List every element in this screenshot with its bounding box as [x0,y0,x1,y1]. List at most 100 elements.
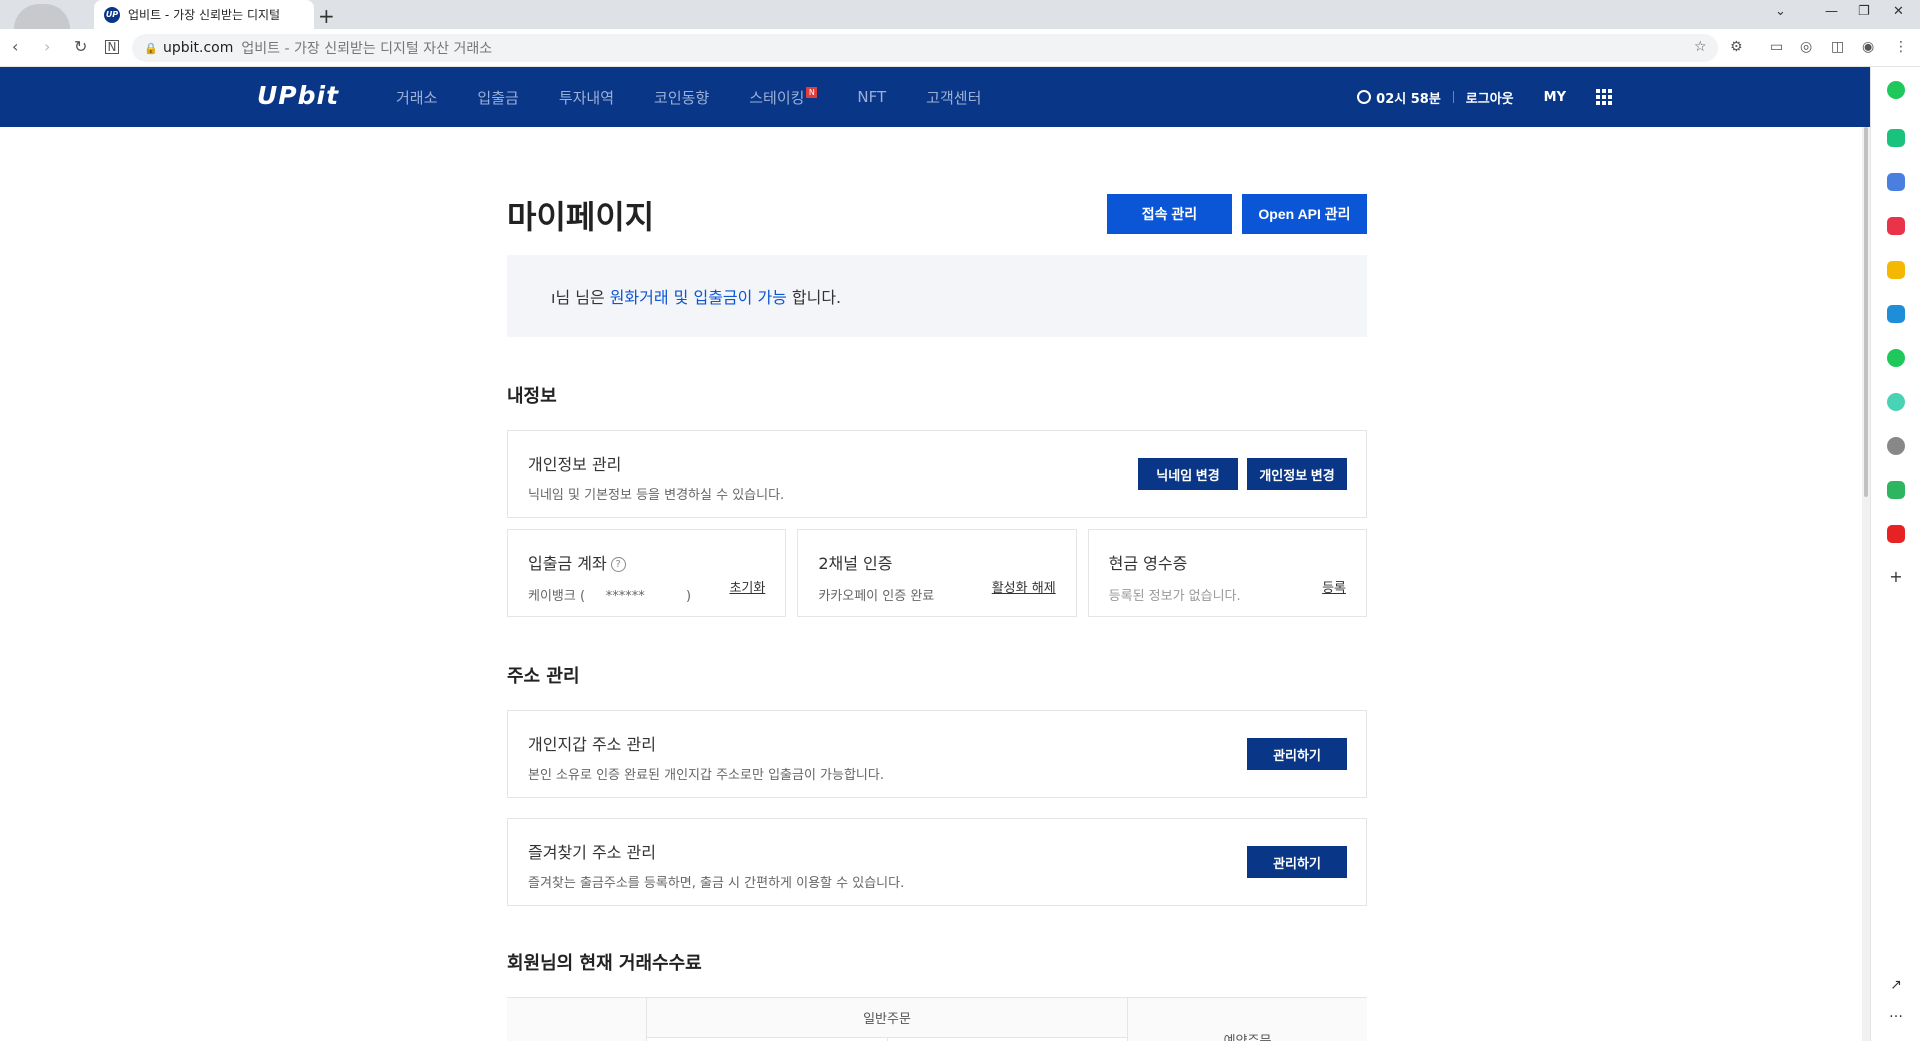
bank-account-label: 입출금 계좌 [528,554,607,573]
more-icon[interactable]: … [1887,1005,1905,1023]
app-icon-4[interactable] [1887,217,1905,235]
external-link-icon[interactable]: ↗ [1887,977,1905,995]
app-icon-11[interactable] [1887,525,1905,543]
app-icon-1[interactable] [1887,81,1905,99]
fees-section-title: 회원님의 현재 거래수수료 [507,953,702,974]
minimize-icon[interactable]: — [1825,4,1838,19]
lock-icon: 🔒 [144,42,158,55]
menu-coin-trends[interactable]: 코인동향 [654,87,709,108]
manage-wallet-button[interactable]: 관리하기 [1247,738,1347,770]
manage-favorites-button[interactable]: 관리하기 [1247,846,1347,878]
menu-deposit-withdraw[interactable]: 입출금 [477,87,518,108]
favorite-address-title: 즐겨찾기 주소 관리 [528,843,656,862]
change-personal-info-button[interactable]: 개인정보 변경 [1247,458,1347,490]
fee-table: 일반주문 예약주문 [507,997,1367,1041]
site-header: UPbit 거래소 입출금 투자내역 코인동향 스테이킹 N NFT 고객센터 0… [0,67,1870,127]
fee-table-corner [507,998,647,1041]
register-receipt-link[interactable]: 등록 [1322,577,1346,596]
account-info-row: 입출금 계좌? 케이뱅크 ( ****** ) 초기화 2채널 인증 카카오페이… [507,529,1367,617]
menu-investments[interactable]: 투자내역 [559,87,614,108]
personal-info-card: 개인정보 관리 닉네임 및 기본정보 등을 변경하실 수 있습니다. 닉네임 변… [507,430,1367,518]
menu-customer-center[interactable]: 고객센터 [926,87,981,108]
bank-account-title: 입출금 계좌? [528,550,765,574]
access-management-button[interactable]: 접속 관리 [1107,194,1232,234]
cash-receipt-card: 현금 영수증 등록된 정보가 없습니다. 등록 [1087,529,1367,617]
back-icon[interactable]: ‹ [12,37,18,56]
logout-link[interactable]: 로그아웃 [1466,88,1514,107]
fee-reserve-header: 예약주문 [1127,998,1367,1041]
upbit-logo[interactable]: UPbit [257,81,339,110]
profile-icon[interactable]: ◉ [1862,39,1874,55]
profile-tab[interactable] [14,4,70,29]
cast-icon[interactable]: ▭ [1770,39,1783,55]
tab-title: 업비트 - 가장 신뢰받는 디지털 [128,8,281,22]
private-wallet-card: 개인지갑 주소 관리 본인 소유로 인증 완료된 개인지갑 주소로만 입출금이 … [507,710,1367,798]
page-title: 마이페이지 [507,198,655,236]
app-icon-9[interactable] [1887,437,1905,455]
address-section-title: 주소 관리 [507,666,580,687]
clock-icon [1357,90,1372,104]
app-icon-7[interactable] [1887,349,1905,367]
header-right: 02시 58분 로그아웃 MY [1357,67,1612,127]
private-wallet-desc: 본인 소유로 인증 완료된 개인지갑 주소로만 입출금이 가능합니다. [528,768,884,783]
url-host: upbit.com [163,40,234,56]
restore-icon[interactable]: ❐ [1858,4,1870,19]
menu-staking-label: 스테이킹 [749,88,805,107]
menu-nft[interactable]: NFT [857,88,886,106]
main-menu: 거래소 입출금 투자내역 코인동향 스테이킹 N NFT 고객센터 [396,67,1021,127]
bank-account-card: 입출금 계좌? 케이뱅크 ( ****** ) 초기화 [507,529,787,617]
upbit-favicon-icon: UP [104,6,120,23]
my-link[interactable]: MY [1544,90,1566,105]
scrollbar-thumb[interactable] [1864,127,1868,497]
menu-exchange[interactable]: 거래소 [396,87,437,108]
cash-receipt-value: 등록된 정보가 없습니다. [1108,589,1241,604]
myinfo-section-title: 내정보 [507,386,557,407]
news-icon[interactable]: N [105,40,119,54]
app-icon-8[interactable] [1887,393,1905,411]
menu-staking[interactable]: 스테이킹 N [749,86,818,108]
favorite-address-desc: 즐겨찾는 출금주소를 등록하면, 출금 시 간편하게 이용할 수 있습니다. [528,876,905,891]
app-icon-3[interactable] [1887,173,1905,191]
forward-icon[interactable]: › [44,37,50,56]
bookmark-star-icon[interactable]: ☆ [1694,39,1707,55]
url-page-title: 업비트 - 가장 신뢰받는 디지털 자산 거래소 [241,41,493,57]
reload-icon[interactable]: ↻ [74,37,87,56]
add-icon[interactable]: + [1887,567,1905,586]
two-channel-auth-title: 2채널 인증 [818,554,893,573]
app-icon-5[interactable] [1887,261,1905,279]
browser-sidebar: + ↗ … [1870,67,1920,1041]
address-bar: ‹ › ↻ N 🔒 upbit.com 업비트 - 가장 신뢰받는 디지털 자산… [0,29,1920,67]
app-icon-10[interactable] [1887,481,1905,499]
favorite-address-card: 즐겨찾기 주소 관리 즐겨찾는 출금주소를 등록하면, 출금 시 간편하게 이용… [507,818,1367,906]
page-header: 마이페이지 접속 관리 Open API 관리 [507,127,1367,255]
apps-grid-icon[interactable] [1596,89,1612,105]
browser-tab[interactable]: UP 업비트 - 가장 신뢰받는 디지털 [94,0,314,29]
screenshot-icon[interactable]: ◎ [1800,39,1812,55]
sidebar-toggle-icon[interactable]: ◫ [1831,39,1844,55]
help-icon[interactable]: ? [610,557,626,572]
url-input[interactable]: 🔒 upbit.com 업비트 - 가장 신뢰받는 디지털 자산 거래소 [132,34,1718,62]
browser-tab-bar: UP 업비트 - 가장 신뢰받는 디지털 + ⌄ — ❐ ✕ [0,0,1920,29]
main-content: 마이페이지 접속 관리 Open API 관리 ı님 님은 원화거래 및 입출금… [507,127,1367,1041]
extensions-icon[interactable]: ⚙ [1730,39,1743,55]
reset-account-link[interactable]: 초기화 [729,577,765,596]
account-status-notice: ı님 님은 원화거래 및 입출금이 가능 합니다. [507,255,1367,337]
cash-receipt-title: 현금 영수증 [1108,554,1188,573]
menu-icon[interactable]: ⋮ [1894,39,1908,55]
deactivate-auth-link[interactable]: 활성화 해제 [992,577,1056,596]
notice-prefix: ı님 님은 [551,288,605,307]
new-badge: N [806,86,818,98]
new-tab-icon[interactable]: + [318,4,335,28]
app-icon-6[interactable] [1887,305,1905,323]
open-api-management-button[interactable]: Open API 관리 [1242,194,1367,234]
close-icon[interactable]: ✕ [1893,4,1904,19]
tab-search-icon[interactable]: ⌄ [1775,4,1786,19]
notice-highlight: 원화거래 및 입출금이 가능 [609,288,787,307]
two-channel-auth-card: 2채널 인증 카카오페이 인증 완료 활성화 해제 [797,529,1077,617]
fee-general-header: 일반주문 [647,998,1127,1038]
session-timer[interactable]: 02시 58분 [1376,88,1441,107]
change-nickname-button[interactable]: 닉네임 변경 [1138,458,1238,490]
private-wallet-title: 개인지갑 주소 관리 [528,735,656,754]
divider [1452,91,1454,103]
app-icon-2[interactable] [1887,129,1905,147]
